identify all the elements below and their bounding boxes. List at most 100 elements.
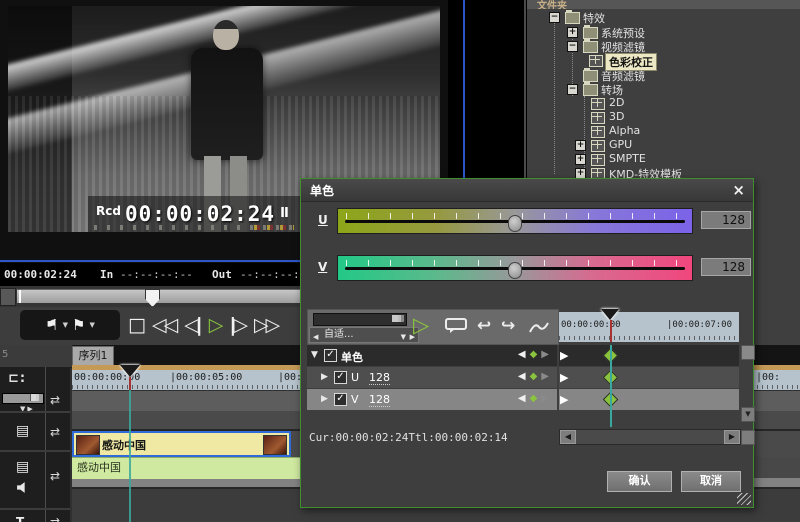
u-slider-thumb[interactable] xyxy=(508,210,522,233)
mark-in-button[interactable]: ⚑ xyxy=(45,316,58,334)
corner-label: 5 xyxy=(2,349,8,360)
stop-button[interactable]: □ xyxy=(128,314,143,336)
video-clip[interactable]: 感动中国 xyxy=(72,431,291,457)
add-keyframe-icon[interactable]: ◆ xyxy=(530,393,542,404)
sync-toggle-icon[interactable]: ⇄ xyxy=(50,469,60,483)
undo-icon[interactable]: ↩ xyxy=(477,316,491,336)
kf-row-v[interactable]: ▶ ✓ V 128 ◀◆▶ xyxy=(307,389,557,410)
sync-toggle-icon[interactable]: ⇄ xyxy=(50,515,60,522)
cancel-button[interactable]: 取消 xyxy=(681,471,741,492)
next-keyframe-icon[interactable]: ▶ xyxy=(541,349,553,360)
resize-grip[interactable] xyxy=(737,493,751,505)
timeline-playhead-marker[interactable] xyxy=(120,365,140,377)
prev-keyframe-icon[interactable]: ◀ xyxy=(518,349,530,360)
curve-editor-icon[interactable] xyxy=(529,319,549,338)
keyframe-playhead-marker[interactable] xyxy=(601,309,619,320)
expand-icon[interactable]: ▶ xyxy=(321,394,328,404)
video-track-icon: ▤ xyxy=(16,423,29,439)
caret-icon[interactable]: ▼ xyxy=(401,331,406,344)
sync-toggle-icon[interactable]: ⇄ xyxy=(50,393,60,407)
video-clip-label: 感动中国 xyxy=(102,437,146,453)
collapse-icon[interactable]: − xyxy=(567,41,578,52)
seek-playhead-handle[interactable] xyxy=(145,289,160,307)
track-header-column: ⊏: ▼▶ ⇄ ▤ ⇄ ▤ ⇄ T ⇄ xyxy=(0,367,70,522)
add-keyframe-icon[interactable]: ◆ xyxy=(530,371,542,382)
kf-track-v[interactable]: ▶ xyxy=(559,389,739,410)
ruler-label: |00: xyxy=(756,372,780,383)
category-icon xyxy=(591,112,605,124)
mark-out-button[interactable]: ⚑ xyxy=(72,316,85,334)
step-forward-button[interactable]: |▷ xyxy=(229,314,245,336)
kf-ruler-label: |00:00:07:00 xyxy=(667,320,732,330)
collapse-icon[interactable]: − xyxy=(549,12,560,23)
total-time-text: Ttl:00:00:02:14 xyxy=(408,431,507,444)
redo-icon[interactable]: ↪ xyxy=(501,316,515,336)
seek-bar-cap xyxy=(0,288,16,306)
prev-keyframe-icon[interactable]: ◀ xyxy=(518,393,530,404)
u-value-box[interactable]: 128 xyxy=(701,211,751,229)
kf-row-monochrome[interactable]: ▼ ✓ 单色 ◀◆▶ xyxy=(307,345,557,366)
clip-start-marker-icon: ▶ xyxy=(560,349,568,362)
enable-checkbox[interactable]: ✓ xyxy=(334,393,347,406)
enable-checkbox[interactable]: ✓ xyxy=(334,371,347,384)
monochrome-dialog: 单色 × U 128 V 128 ◀ 自适... ▼ ▶ ▷ xyxy=(300,178,754,508)
preset-dropdown[interactable]: ◀ 自适... ▼ ▶ xyxy=(309,327,419,343)
v-gradient-slider[interactable] xyxy=(337,255,693,281)
dropdown-left-icon[interactable]: ◀ xyxy=(313,331,318,344)
play-button[interactable]: ▷ xyxy=(209,314,221,336)
keyframe-play-button[interactable]: ▷ xyxy=(413,313,429,337)
keyframe-toolbar: ◀ 自适... ▼ ▶ xyxy=(307,309,559,345)
fast-forward-button[interactable]: ▷▷ xyxy=(254,314,277,336)
person-silhouette xyxy=(191,48,263,160)
scroll-down-button[interactable]: ▼ xyxy=(741,407,755,422)
v-value-box[interactable]: 128 xyxy=(701,258,751,276)
v-slider-label: V xyxy=(318,260,327,274)
scroll-right-button[interactable]: ▶ xyxy=(724,430,740,444)
confirm-button[interactable]: 确认 xyxy=(607,471,672,492)
kf-track-monochrome[interactable]: ▶ xyxy=(559,345,739,366)
close-icon[interactable]: × xyxy=(732,181,745,199)
link-mode-icon[interactable]: ⊏: xyxy=(8,371,26,386)
expand-icon[interactable]: + xyxy=(567,27,578,38)
add-keyframe-icon[interactable]: ◆ xyxy=(530,349,542,360)
u-gradient-slider[interactable] xyxy=(337,208,693,234)
category-icon xyxy=(591,154,605,166)
mark-buttons-group: ⚑ ▼ ⚑ ▼ xyxy=(20,310,120,340)
kf-track-u[interactable]: ▶ xyxy=(559,367,739,388)
scroll-up-button[interactable] xyxy=(741,345,755,360)
keyframe-status-text: Cur:00:00:02:24Ttl:00:00:02:14 xyxy=(309,431,508,444)
comment-bubble-icon[interactable] xyxy=(445,318,467,338)
scroll-left-button[interactable]: ◀ xyxy=(560,430,576,444)
bin-column-header: 文件夹 xyxy=(527,0,800,9)
mark-in-caret-icon[interactable]: ▼ xyxy=(63,321,68,329)
kf-playhead-line xyxy=(610,345,612,427)
enable-checkbox[interactable]: ✓ xyxy=(324,349,337,362)
keyframe-ruler[interactable]: 00:00:00:00 |00:00:07:00 xyxy=(559,312,739,342)
folder-icon xyxy=(565,12,580,24)
v-slider-thumb[interactable] xyxy=(508,257,522,280)
in-value: --:--:--:-- xyxy=(120,268,193,281)
step-back-button[interactable]: ◁| xyxy=(184,314,200,336)
dialog-titlebar[interactable]: 单色 × xyxy=(301,179,753,202)
timeline-zoom-slider[interactable] xyxy=(2,393,44,404)
expand-icon[interactable]: + xyxy=(575,140,586,151)
collapse-icon[interactable]: − xyxy=(567,84,578,95)
prev-keyframe-icon[interactable]: ◀ xyxy=(518,371,530,382)
audio-clip[interactable]: 感动中国 xyxy=(72,457,302,479)
timecode-overlay: Rcd00:00:02:24 II xyxy=(88,196,306,232)
expand-icon[interactable]: + xyxy=(575,154,586,165)
category-icon xyxy=(591,140,605,152)
next-keyframe-icon[interactable]: ▶ xyxy=(541,371,553,382)
keyframe-zoom-slider[interactable] xyxy=(313,313,407,326)
playhead-line-tracks xyxy=(129,390,131,522)
sequence-tab[interactable]: 序列1 xyxy=(72,346,114,365)
sync-toggle-icon[interactable]: ⇄ xyxy=(50,425,60,439)
mark-out-caret-icon[interactable]: ▼ xyxy=(89,321,94,329)
rewind-button[interactable]: ◁◁ xyxy=(152,314,175,336)
collapse-icon[interactable]: ▼ xyxy=(311,350,318,360)
horizontal-scrollbar[interactable]: ◀ ▶ xyxy=(559,429,741,445)
kf-row-u[interactable]: ▶ ✓ U 128 ◀◆▶ xyxy=(307,367,557,388)
expand-icon[interactable]: ▶ xyxy=(321,372,328,382)
clip-thumbnail xyxy=(76,435,100,455)
next-keyframe-icon[interactable]: ▶ xyxy=(541,393,553,404)
